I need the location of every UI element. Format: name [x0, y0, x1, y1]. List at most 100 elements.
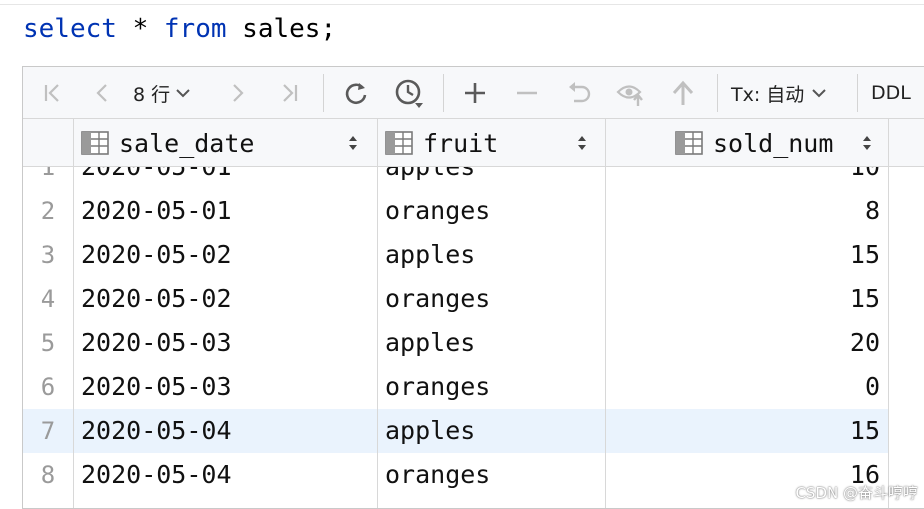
- row-number: 3: [40, 241, 56, 269]
- cell-sold-num[interactable]: 0: [615, 365, 880, 409]
- chevron-left-icon: [96, 84, 107, 102]
- cell-sold-num[interactable]: 20: [615, 321, 880, 365]
- previous-page-button[interactable]: [83, 67, 123, 119]
- column-divider[interactable]: [888, 119, 889, 167]
- sort-arrows-icon: [578, 136, 586, 150]
- column-divider[interactable]: [377, 119, 378, 167]
- row-number-divider: [73, 119, 74, 167]
- table-row[interactable]: 3 2020-05-02 apples 15: [23, 233, 888, 277]
- first-page-icon: [44, 84, 59, 102]
- cell-fruit[interactable]: apples: [385, 409, 475, 453]
- add-row-button[interactable]: [455, 67, 495, 119]
- top-divider: [0, 4, 924, 5]
- column-header-row: sale_date fruit sold_num: [23, 119, 924, 167]
- table-column-icon: [675, 131, 703, 155]
- arrow-up-icon: [672, 80, 694, 105]
- cell-fruit[interactable]: oranges: [385, 453, 490, 497]
- clock-icon: [395, 79, 423, 108]
- star-token: *: [132, 14, 149, 44]
- cell-sold-num[interactable]: 10: [615, 167, 880, 189]
- page-size-dropdown[interactable]: 8 行: [133, 67, 215, 119]
- column-name: sold_num: [713, 128, 834, 158]
- next-page-button[interactable]: [217, 67, 257, 119]
- row-number: 7: [40, 417, 56, 445]
- cell-sale-date[interactable]: 2020-05-04: [81, 453, 232, 497]
- column-header-sold-num[interactable]: sold_num: [675, 119, 833, 167]
- table-column-icon: [81, 131, 109, 155]
- row-number: 2: [40, 197, 56, 225]
- sort-toggle[interactable]: [576, 119, 588, 167]
- watermark: CSDN @奋斗哼哼: [795, 484, 918, 502]
- table-row-selected[interactable]: 7 2020-05-04 apples 15: [23, 409, 888, 453]
- cell-sale-date[interactable]: 2020-05-03: [81, 321, 232, 365]
- chevron-down-icon: [176, 89, 190, 98]
- table-row[interactable]: 8 2020-05-04 oranges 16: [23, 453, 888, 497]
- cell-sold-num[interactable]: 15: [615, 277, 880, 321]
- keyword-select: select: [23, 14, 117, 44]
- table-name-token: sales;: [242, 14, 337, 44]
- cell-sale-date[interactable]: 2020-05-02: [81, 277, 232, 321]
- cell-sale-date[interactable]: 2020-05-04: [81, 409, 232, 453]
- row-number: 1: [40, 167, 56, 181]
- toolbar-separator: [717, 74, 718, 112]
- sort-toggle[interactable]: [347, 119, 359, 167]
- eye-upload-icon: [616, 85, 643, 106]
- row-number: 8: [40, 461, 56, 489]
- transaction-mode-dropdown[interactable]: Tx: 自动: [731, 67, 841, 119]
- sort-arrows-icon: [349, 136, 357, 150]
- undo-icon: [569, 82, 591, 103]
- ddl-label: DDL: [871, 82, 911, 104]
- cell-fruit[interactable]: oranges: [385, 189, 490, 233]
- table-row[interactable]: 2 2020-05-01 oranges 8: [23, 189, 888, 233]
- cell-sale-date[interactable]: 2020-05-01: [81, 189, 232, 233]
- last-page-icon: [283, 84, 298, 102]
- column-divider: [605, 167, 606, 508]
- preview-changes-button[interactable]: [611, 67, 651, 119]
- cell-sale-date[interactable]: 2020-05-02: [81, 233, 232, 277]
- row-number: 6: [40, 373, 56, 401]
- column-divider[interactable]: [605, 119, 606, 167]
- table-row[interactable]: 4 2020-05-02 oranges 15: [23, 277, 888, 321]
- cell-sold-num[interactable]: 15: [615, 233, 880, 277]
- result-toolbar: 8 行 Tx: 自动 DDL: [23, 67, 924, 119]
- toolbar-separator: [857, 74, 858, 112]
- row-number: 5: [40, 329, 56, 357]
- grid-body: 1 2020-05-01 apples 10 2 2020-05-01 oran…: [23, 167, 924, 508]
- keyword-from: from: [163, 14, 227, 44]
- cell-fruit[interactable]: apples: [385, 321, 475, 365]
- rows-count-label: 8 行: [133, 83, 171, 106]
- refresh-button[interactable]: [335, 67, 377, 119]
- revert-button[interactable]: [559, 67, 599, 119]
- refresh-icon: [345, 83, 367, 105]
- column-header-fruit[interactable]: fruit: [385, 119, 498, 167]
- delete-row-button[interactable]: [507, 67, 547, 119]
- cell-sale-date[interactable]: 2020-05-01: [81, 167, 232, 189]
- table-row[interactable]: 6 2020-05-03 oranges 0: [23, 365, 888, 409]
- column-header-sale-date[interactable]: sale_date: [81, 119, 254, 167]
- cell-sold-num[interactable]: 15: [615, 409, 880, 453]
- cell-sold-num[interactable]: 8: [615, 189, 880, 233]
- table-row[interactable]: 5 2020-05-03 apples 20: [23, 321, 888, 365]
- row-number-divider: [73, 167, 74, 508]
- last-page-button[interactable]: [269, 67, 309, 119]
- submit-button[interactable]: [663, 67, 703, 119]
- column-name: sale_date: [119, 128, 255, 158]
- sort-toggle[interactable]: [861, 119, 873, 167]
- cell-fruit[interactable]: oranges: [385, 277, 490, 321]
- sql-editor-line[interactable]: select * from sales;: [23, 11, 336, 47]
- sort-arrows-icon: [863, 136, 871, 150]
- minus-icon: [517, 91, 537, 95]
- column-name: fruit: [423, 128, 499, 158]
- table-row[interactable]: 1 2020-05-01 apples 10: [23, 167, 888, 189]
- cell-fruit[interactable]: oranges: [385, 365, 490, 409]
- history-button[interactable]: [387, 67, 431, 119]
- cell-sale-date[interactable]: 2020-05-03: [81, 365, 232, 409]
- plus-icon: [465, 83, 485, 103]
- result-grid-panel: 8 行 Tx: 自动 DDL sale_date fruit sold_num …: [22, 66, 924, 509]
- cell-fruit[interactable]: apples: [385, 167, 475, 189]
- ddl-button[interactable]: DDL: [871, 67, 924, 119]
- toolbar-separator: [323, 74, 324, 112]
- first-page-button[interactable]: [33, 67, 73, 119]
- cell-fruit[interactable]: apples: [385, 233, 475, 277]
- row-number: 4: [40, 285, 56, 313]
